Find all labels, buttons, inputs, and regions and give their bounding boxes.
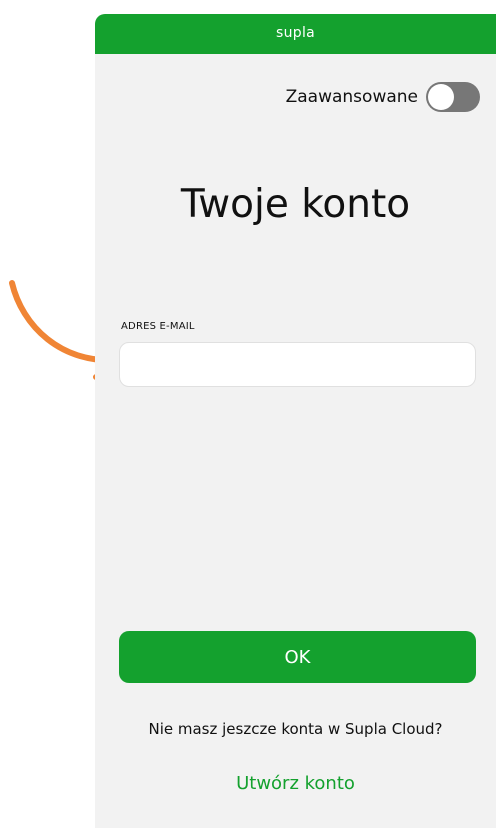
app-header: supla — [95, 14, 496, 54]
page-title: Twoje konto — [180, 182, 411, 227]
screenshot-root: supla Zaawansowane Twoje konto ADRES E-M… — [0, 0, 496, 828]
no-account-text: Nie masz jeszcze konta w Supla Cloud? — [148, 720, 443, 738]
app-screen: supla Zaawansowane Twoje konto ADRES E-M… — [95, 14, 496, 828]
app-title: supla — [275, 25, 316, 41]
email-field-label: ADRES E-MAIL — [121, 321, 195, 332]
advanced-mode-toggle[interactable] — [426, 82, 480, 112]
email-field[interactable] — [119, 342, 476, 387]
ok-button[interactable]: OK — [119, 631, 476, 683]
advanced-mode-label: Zaawansowane — [285, 87, 418, 107]
toggle-knob — [428, 84, 454, 110]
create-account-link[interactable]: Utwórz konto — [95, 773, 496, 794]
advanced-mode-row: Zaawansowane — [286, 82, 480, 112]
